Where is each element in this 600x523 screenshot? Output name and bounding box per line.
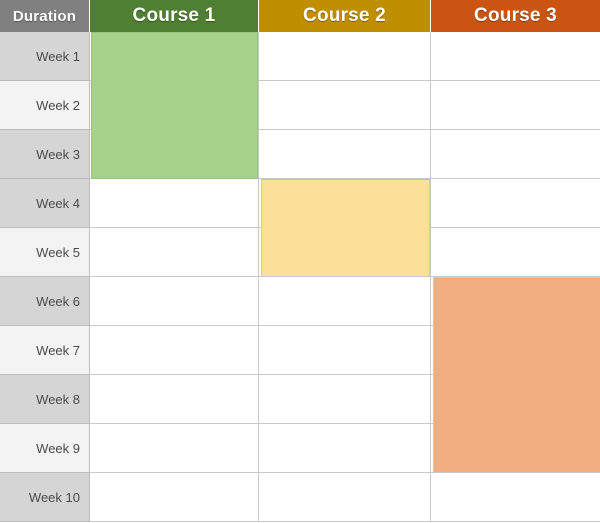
week-label-cell[interactable]: Week 5 [0, 228, 90, 277]
week-label-cell[interactable]: Week 8 [0, 375, 90, 424]
table-row: Week 10 [0, 473, 600, 522]
schedule-cell-course-1[interactable] [90, 277, 259, 326]
schedule-cell-course-2[interactable] [259, 81, 431, 130]
schedule-cell-course-1[interactable] [90, 473, 259, 522]
column-header-course-2[interactable]: Course 2 [259, 0, 431, 32]
week-label-cell[interactable]: Week 3 [0, 130, 90, 179]
column-header-duration[interactable]: Duration [0, 0, 90, 32]
table-row: Week 3 [0, 130, 600, 179]
schedule-cell-course-1[interactable] [90, 179, 259, 228]
bar-course-3[interactable] [433, 277, 600, 473]
bar-course-1[interactable] [91, 32, 258, 179]
schedule-cell-course-2[interactable] [259, 130, 431, 179]
table-body: Week 1 Week 2 Week 3 Week 4 Week 5 Week 6 Week… [0, 32, 600, 523]
week-label-cell[interactable]: Week 2 [0, 81, 90, 130]
schedule-cell-course-1[interactable] [90, 375, 259, 424]
schedule-cell-course-2[interactable] [259, 326, 431, 375]
schedule-cell-course-3[interactable] [431, 473, 600, 522]
week-label-cell[interactable]: Week 7 [0, 326, 90, 375]
schedule-cell-course-2[interactable] [259, 32, 431, 81]
week-label-cell[interactable]: Week 1 [0, 32, 90, 81]
week-label-cell[interactable]: Week 9 [0, 424, 90, 473]
schedule-cell-course-1[interactable] [90, 326, 259, 375]
schedule-cell-course-1[interactable] [90, 228, 259, 277]
schedule-cell-course-3[interactable] [431, 81, 600, 130]
schedule-cell-course-3[interactable] [431, 32, 600, 81]
schedule-cell-course-2[interactable] [259, 424, 431, 473]
table-row: Week 1 [0, 32, 600, 81]
schedule-cell-course-2[interactable] [259, 473, 431, 522]
column-header-course-3[interactable]: Course 3 [431, 0, 600, 32]
schedule-cell-course-3[interactable] [431, 179, 600, 228]
schedule-cell-course-2[interactable] [259, 277, 431, 326]
schedule-cell-course-3[interactable] [431, 228, 600, 277]
week-label-cell[interactable]: Week 4 [0, 179, 90, 228]
table-row: Week 2 [0, 81, 600, 130]
bar-course-2[interactable] [261, 179, 430, 277]
week-label-cell[interactable]: Week 6 [0, 277, 90, 326]
schedule-cell-course-1[interactable] [90, 424, 259, 473]
schedule-cell-course-3[interactable] [431, 130, 600, 179]
column-header-course-1[interactable]: Course 1 [90, 0, 259, 32]
week-label-cell[interactable]: Week 10 [0, 473, 90, 522]
table-header-row: Duration Course 1 Course 2 Course 3 [0, 0, 600, 32]
course-schedule-gantt-table: Duration Course 1 Course 2 Course 3 Week… [0, 0, 600, 523]
schedule-cell-course-2[interactable] [259, 375, 431, 424]
